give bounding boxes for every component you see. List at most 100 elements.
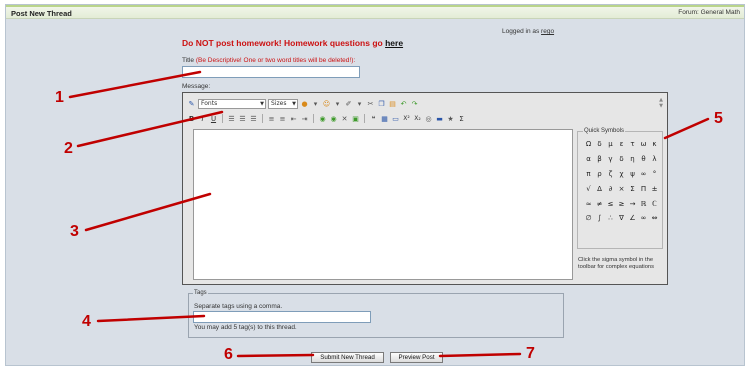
font-select[interactable]: Fonts ▼ — [198, 98, 266, 109]
quick-symbol[interactable]: η — [627, 152, 638, 167]
attach-icon[interactable]: ✐ — [344, 99, 353, 108]
quick-symbol[interactable]: ζ — [605, 167, 616, 182]
quick-symbol[interactable]: ⇔ — [649, 211, 660, 226]
quick-symbol[interactable]: γ — [605, 152, 616, 167]
quick-symbol[interactable]: ∂ — [605, 181, 616, 196]
quick-symbol[interactable]: ≤ — [605, 196, 616, 211]
tags-input[interactable] — [193, 311, 371, 323]
toolbar-divider — [313, 114, 314, 123]
outdent-icon[interactable]: ⇤ — [289, 114, 298, 123]
remove-link-icon[interactable]: ✕ — [340, 114, 349, 123]
quick-symbol[interactable]: ° — [649, 167, 660, 182]
html-icon[interactable]: ▭ — [391, 114, 400, 123]
preview-icon[interactable]: ◎ — [424, 114, 433, 123]
preview-post-button[interactable]: Preview Post — [390, 352, 443, 363]
superscript-button[interactable]: X² — [402, 114, 411, 123]
undo-icon[interactable]: ↶ — [399, 99, 408, 108]
annotation-label-6: 6 — [224, 346, 233, 363]
quick-symbol[interactable]: π — [583, 167, 594, 182]
copy-icon[interactable]: ❐ — [377, 99, 386, 108]
quick-symbol[interactable]: ∴ — [605, 211, 616, 226]
quick-symbols-legend: Quick Symbols — [583, 128, 626, 134]
quick-symbol[interactable]: ≥ — [616, 196, 627, 211]
subscript-button[interactable]: X₂ — [413, 114, 422, 123]
quick-symbol[interactable]: Δ — [594, 181, 605, 196]
underline-button[interactable]: U — [209, 114, 218, 123]
quick-symbol[interactable]: ω — [638, 137, 649, 152]
quick-symbol[interactable]: → — [627, 196, 638, 211]
quick-symbol[interactable]: ρ — [594, 167, 605, 182]
smilies-icon[interactable]: ☺ — [322, 99, 331, 108]
quick-symbol[interactable]: θ — [638, 152, 649, 167]
quick-symbol[interactable]: ψ — [627, 167, 638, 182]
align-right-icon[interactable]: ☰ — [249, 114, 258, 123]
tags-legend: Tags — [193, 290, 208, 296]
annotation-label-4: 4 — [82, 313, 91, 330]
quick-symbol[interactable]: χ — [616, 167, 627, 182]
quick-symbol[interactable]: ∫ — [594, 211, 605, 226]
bold-button[interactable]: B — [187, 114, 196, 123]
quick-symbol[interactable]: ℝ — [638, 196, 649, 211]
quick-symbol[interactable]: Σ — [627, 181, 638, 196]
annotation-label-3: 3 — [70, 223, 79, 240]
text-color-icon[interactable]: ● — [300, 99, 309, 108]
switch-mode-icon[interactable]: ✎ — [187, 99, 196, 108]
title-input[interactable] — [182, 66, 360, 78]
code-icon[interactable]: ▦ — [380, 114, 389, 123]
video-icon[interactable]: ▬ — [435, 114, 444, 123]
quick-symbol[interactable]: ∅ — [583, 211, 594, 226]
toolbar-divider — [364, 114, 365, 123]
quick-symbol[interactable]: √ — [583, 181, 594, 196]
quick-symbol[interactable]: ∞ — [638, 211, 649, 226]
quick-symbol[interactable]: × — [616, 181, 627, 196]
quick-symbol[interactable]: β — [594, 152, 605, 167]
cut-icon[interactable]: ✂ — [366, 99, 375, 108]
quick-symbol[interactable]: δ — [616, 152, 627, 167]
quick-symbol[interactable]: Π — [638, 181, 649, 196]
paste-icon[interactable]: ▤ — [388, 99, 397, 108]
size-select[interactable]: Sizes ▼ — [268, 98, 298, 109]
quick-symbol[interactable]: ± — [649, 181, 660, 196]
quick-symbol[interactable]: κ — [649, 137, 660, 152]
username-link[interactable]: rego — [541, 28, 554, 35]
quick-symbol[interactable]: ∞ — [638, 167, 649, 182]
quick-symbol[interactable]: α — [583, 152, 594, 167]
message-textarea[interactable] — [193, 129, 573, 280]
size-select-label: Sizes — [271, 100, 287, 107]
chevron-down-icon[interactable]: ▾ — [333, 99, 342, 108]
indent-icon[interactable]: ⇥ — [300, 114, 309, 123]
quick-symbol[interactable]: Ω — [583, 137, 594, 152]
login-status: Logged in as rego — [502, 28, 554, 35]
quick-symbol[interactable]: μ — [605, 137, 616, 152]
message-editor: ✎ Fonts ▼ Sizes ▼ ● ▾ ☺ ▾ ✐ ▾ ✂ ❐ ▤ ↶ ↷ B … — [182, 92, 668, 285]
submit-thread-button[interactable]: Submit New Thread — [311, 352, 384, 363]
insert-image-icon[interactable]: ▣ — [351, 114, 360, 123]
math-icon[interactable]: ★ — [446, 114, 455, 123]
chevron-down-icon[interactable]: ▾ — [355, 99, 364, 108]
align-left-icon[interactable]: ☰ — [227, 114, 236, 123]
resize-editor-icon[interactable]: ▲ ▼ — [659, 97, 663, 109]
email-link-icon[interactable]: ◉ — [329, 114, 338, 123]
redo-icon[interactable]: ↷ — [410, 99, 419, 108]
unordered-list-icon[interactable]: ≡ — [278, 114, 287, 123]
annotation-label-2: 2 — [64, 140, 73, 157]
title-label: Title (Be Descriptive! One or two word t… — [182, 57, 355, 64]
quick-symbol[interactable]: ε — [616, 137, 627, 152]
homework-link[interactable]: here — [385, 38, 403, 48]
quick-symbol[interactable]: τ — [627, 137, 638, 152]
sigma-button[interactable]: Σ — [457, 114, 466, 123]
quote-icon[interactable]: ❝ — [369, 114, 378, 123]
quick-symbol[interactable]: λ — [649, 152, 660, 167]
align-center-icon[interactable]: ☰ — [238, 114, 247, 123]
ordered-list-icon[interactable]: ≡ — [267, 114, 276, 123]
quick-symbol[interactable]: ≠ — [594, 196, 605, 211]
quick-symbol[interactable]: ∠ — [627, 211, 638, 226]
quick-symbol[interactable]: ≈ — [583, 196, 594, 211]
quick-symbol[interactable]: ∇ — [616, 211, 627, 226]
quick-symbol[interactable]: δ — [594, 137, 605, 152]
chevron-down-icon[interactable]: ▾ — [311, 99, 320, 108]
quick-symbol[interactable]: ℂ — [649, 196, 660, 211]
italic-button[interactable]: I — [198, 114, 207, 123]
insert-link-icon[interactable]: ◉ — [318, 114, 327, 123]
title-bar: Post New Thread Forum: General Math — [6, 5, 744, 19]
